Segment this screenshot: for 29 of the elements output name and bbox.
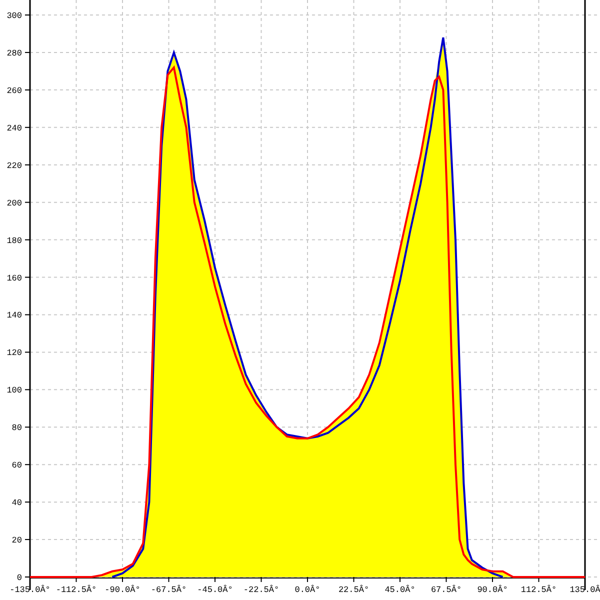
y-tick-label: 300 — [6, 11, 22, 21]
y-tick-label: 100 — [6, 386, 22, 396]
x-tick-label: -135.0Â° — [10, 585, 50, 595]
x-tick-label: -90.0Â° — [104, 585, 140, 595]
y-tick-label: 180 — [6, 236, 22, 246]
y-tick-label: 20 — [12, 536, 22, 546]
x-tick-label: 0.0Â° — [294, 585, 320, 595]
x-tick-label: 90.0Â° — [477, 585, 508, 595]
y-tick-label: 140 — [6, 310, 22, 321]
y-tick-label: 40 — [12, 498, 22, 508]
y-tick-label: 0 — [16, 573, 22, 583]
x-tick-label: -112.5Â° — [56, 585, 97, 595]
x-tick-label: 135.0Â — [570, 585, 600, 595]
x-tick-label: -45.0Â° — [197, 585, 233, 595]
x-tick-label: 22.5Â° — [338, 585, 370, 595]
y-tick-label: 280 — [6, 48, 22, 58]
y-tick-label: 80 — [12, 423, 22, 434]
y-tick-label: 120 — [6, 348, 22, 358]
y-tick-label: 160 — [6, 273, 22, 284]
x-tick-label: -22.5Â° — [243, 585, 280, 595]
y-tick-label: 200 — [6, 198, 22, 208]
x-tick-label: 112.5Â° — [520, 585, 557, 595]
x-tick-label: -67.5Â° — [150, 585, 187, 595]
y-tick-label: 220 — [6, 160, 22, 171]
x-tick-label: 45.0Â° — [384, 585, 416, 595]
y-tick-label: 60 — [12, 460, 22, 471]
y-tick-label: 240 — [6, 123, 22, 134]
y-tick-label: 260 — [6, 86, 22, 96]
x-tick-label: 67.5Â° — [430, 585, 462, 595]
